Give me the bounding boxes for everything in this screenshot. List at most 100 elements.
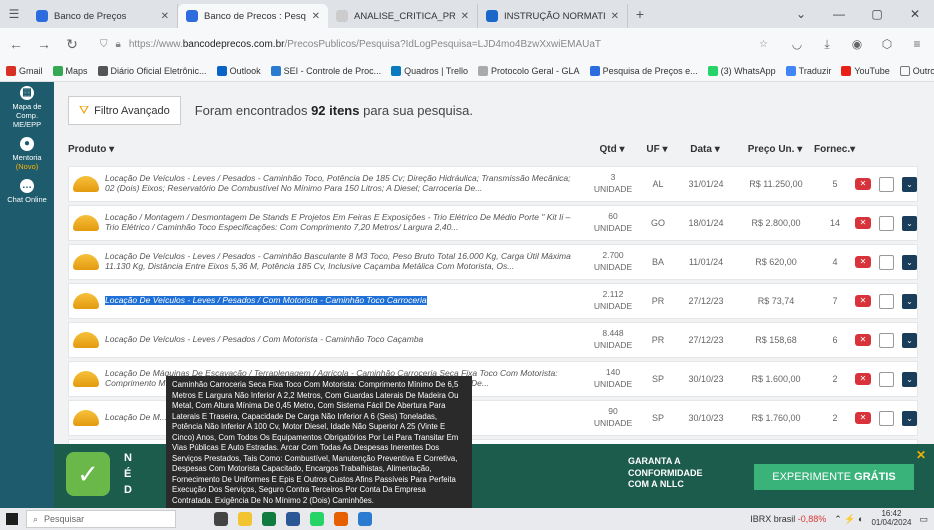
extensions-icon[interactable]: ⬡ xyxy=(878,37,896,51)
word-icon[interactable] xyxy=(286,512,300,526)
windows-start-icon[interactable] xyxy=(6,513,18,525)
forward-icon[interactable]: → xyxy=(36,36,52,52)
app-menu-icon[interactable]: ≡ xyxy=(908,37,926,51)
browser-tab[interactable]: INSTRUÇÃO NORMATIVA SEGE ✕ xyxy=(478,4,628,28)
tab-close-icon[interactable]: ✕ xyxy=(461,11,469,22)
browser-tab[interactable]: Banco de Preços ✕ xyxy=(28,4,178,28)
downloads-icon[interactable]: ⤓ xyxy=(818,37,836,52)
remove-icon[interactable]: ✕ xyxy=(855,295,871,307)
bookmark-other-folder[interactable]: Outros favoritos xyxy=(899,65,934,76)
expand-icon[interactable]: ⌄ xyxy=(902,176,917,192)
remove-icon[interactable]: ✕ xyxy=(855,256,871,268)
select-checkbox[interactable] xyxy=(879,410,894,426)
bookmark-item[interactable]: Gmail xyxy=(6,65,43,76)
col-qtd[interactable]: Qtd ▾ xyxy=(584,144,640,155)
taskbar-search[interactable]: ⌕ Pesquisar xyxy=(26,510,176,528)
maximize-icon[interactable]: ▢ xyxy=(858,7,896,21)
remove-icon[interactable]: ✕ xyxy=(855,178,871,190)
tabs-dropdown-icon[interactable]: ⌄ xyxy=(782,7,820,21)
sidebar-item[interactable]: … Chat Online xyxy=(0,175,54,208)
url-field[interactable]: ⛉ 🔒︎ https://www.bancodeprecos.com.br/Pr… xyxy=(92,32,776,56)
select-checkbox[interactable] xyxy=(879,215,894,231)
close-window-icon[interactable]: ✕ xyxy=(896,7,934,21)
product-description[interactable]: Locação De Veículos - Leves / Pesados / … xyxy=(105,296,585,306)
back-icon[interactable]: ← xyxy=(8,36,24,52)
sidebar-item[interactable]: ● Mentoria (Novo) xyxy=(0,133,54,175)
tab-close-icon[interactable]: ✕ xyxy=(312,11,320,22)
stock-ticker[interactable]: IBRX brasil -0,88% xyxy=(750,514,826,524)
expand-icon[interactable]: ⌄ xyxy=(902,371,917,387)
tab-close-icon[interactable]: ✕ xyxy=(161,11,169,22)
supplier-count-cell: 14 xyxy=(829,218,840,228)
new-tab-icon[interactable]: + xyxy=(628,6,652,22)
bookmark-item[interactable]: SEI - Controle de Proc... xyxy=(270,65,381,76)
browser-tab[interactable]: ANALISE_CRITICA_PRECOS_PR_18- ✕ xyxy=(328,4,478,28)
bookmark-item[interactable]: Traduzir xyxy=(785,65,831,76)
notification-icon[interactable]: ▭ xyxy=(919,514,928,525)
firefox-icon[interactable] xyxy=(334,512,348,526)
bookmark-item[interactable]: Diário Oficial Eletrônic... xyxy=(97,65,207,76)
product-description[interactable]: Locação De Veículos - Leves / Pesados - … xyxy=(105,174,585,194)
table-row[interactable]: Locação De Veículos - Leves / Pesados - … xyxy=(68,244,918,280)
remove-icon[interactable]: ✕ xyxy=(855,373,871,385)
tab-menu-icon[interactable]: ☰ xyxy=(0,0,28,28)
col-data[interactable]: Data ▾ xyxy=(674,144,736,155)
uf-cell: SP xyxy=(651,413,664,423)
browser-tab[interactable]: Banco de Precos : Pesquisar ✕ xyxy=(178,4,328,28)
uf-cell: SP xyxy=(651,374,664,384)
product-tooltip: Caminhão Carroceria Seca Fixa Toco Com M… xyxy=(166,376,472,508)
bookmark-item[interactable]: Outlook xyxy=(216,65,261,76)
bookmark-star-icon[interactable]: ☆ xyxy=(759,39,768,50)
col-fornec[interactable]: Fornec.▾ xyxy=(814,144,855,155)
file-explorer-icon[interactable] xyxy=(238,512,252,526)
expand-icon[interactable]: ⌄ xyxy=(902,215,917,231)
banner-letter-3: D xyxy=(124,484,132,496)
select-checkbox[interactable] xyxy=(879,254,894,270)
table-row[interactable]: Locação De Veículos - Leves / Pesados - … xyxy=(68,166,918,202)
expand-icon[interactable]: ⌄ xyxy=(902,332,917,348)
expand-icon[interactable]: ⌄ xyxy=(902,410,917,426)
product-description[interactable]: Locação De Veículos - Leves / Pesados - … xyxy=(105,252,585,272)
date-cell: 11/01/24 xyxy=(688,257,724,267)
remove-icon[interactable]: ✕ xyxy=(855,412,871,424)
banner-letter-1: N xyxy=(124,452,132,464)
expand-icon[interactable]: ⌄ xyxy=(902,293,917,309)
product-description[interactable]: Locação / Montagem / Desmontagem De Stan… xyxy=(105,213,585,233)
col-produto[interactable]: Produto ▾ xyxy=(68,144,584,155)
col-uf[interactable]: UF ▾ xyxy=(640,144,674,155)
tray-icons[interactable]: ⌃ ⚡ ◐ xyxy=(834,514,863,525)
bookmark-item[interactable]: Pesquisa de Preços e... xyxy=(589,65,698,76)
select-checkbox[interactable] xyxy=(879,371,894,387)
bookmark-item[interactable]: Protocolo Geral - GLA xyxy=(478,65,580,76)
whatsapp-icon[interactable] xyxy=(310,512,324,526)
table-row[interactable]: Locação De Veículos - Leves / Pesados / … xyxy=(68,283,918,319)
product-description[interactable]: Locação De Veículos - Leves / Pesados / … xyxy=(105,335,585,345)
tab-close-icon[interactable]: ✕ xyxy=(611,11,619,22)
select-checkbox[interactable] xyxy=(879,332,894,348)
remove-icon[interactable]: ✕ xyxy=(855,217,871,229)
expand-icon[interactable]: ⌄ xyxy=(902,254,917,270)
bookmark-item[interactable]: YouTube xyxy=(841,65,890,76)
col-preco[interactable]: Preço Un. ▾ xyxy=(736,144,814,155)
advanced-filter-button[interactable]: ⛛ Filtro Avançado xyxy=(68,96,181,125)
sidebar-new-badge: (Novo) xyxy=(15,162,39,171)
pocket-icon[interactable]: ◡ xyxy=(788,37,806,51)
account-icon[interactable]: ◉ xyxy=(848,37,866,51)
clock[interactable]: 16:42 01/04/2024 xyxy=(871,509,911,528)
sidebar-item[interactable]: ▦ Mapa de Comp. ME/EPP xyxy=(0,82,54,133)
table-row[interactable]: Locação De Veículos - Leves / Pesados / … xyxy=(68,322,918,358)
try-free-button[interactable]: EXPERIMENTE GRÁTIS xyxy=(754,464,914,490)
app-icon[interactable] xyxy=(358,512,372,526)
minimize-icon[interactable]: — xyxy=(820,7,858,21)
task-view-icon[interactable] xyxy=(214,512,228,526)
excel-icon[interactable] xyxy=(262,512,276,526)
bookmark-item[interactable]: Quadros | Trello xyxy=(391,65,468,76)
reload-icon[interactable]: ↻ xyxy=(64,36,80,53)
banner-close-icon[interactable]: ✕ xyxy=(916,448,926,462)
remove-icon[interactable]: ✕ xyxy=(855,334,871,346)
bookmark-item[interactable]: (3) WhatsApp xyxy=(707,65,776,76)
select-checkbox[interactable] xyxy=(879,293,894,309)
table-row[interactable]: Locação / Montagem / Desmontagem De Stan… xyxy=(68,205,918,241)
select-checkbox[interactable] xyxy=(879,176,894,192)
bookmark-item[interactable]: Maps xyxy=(52,65,88,76)
